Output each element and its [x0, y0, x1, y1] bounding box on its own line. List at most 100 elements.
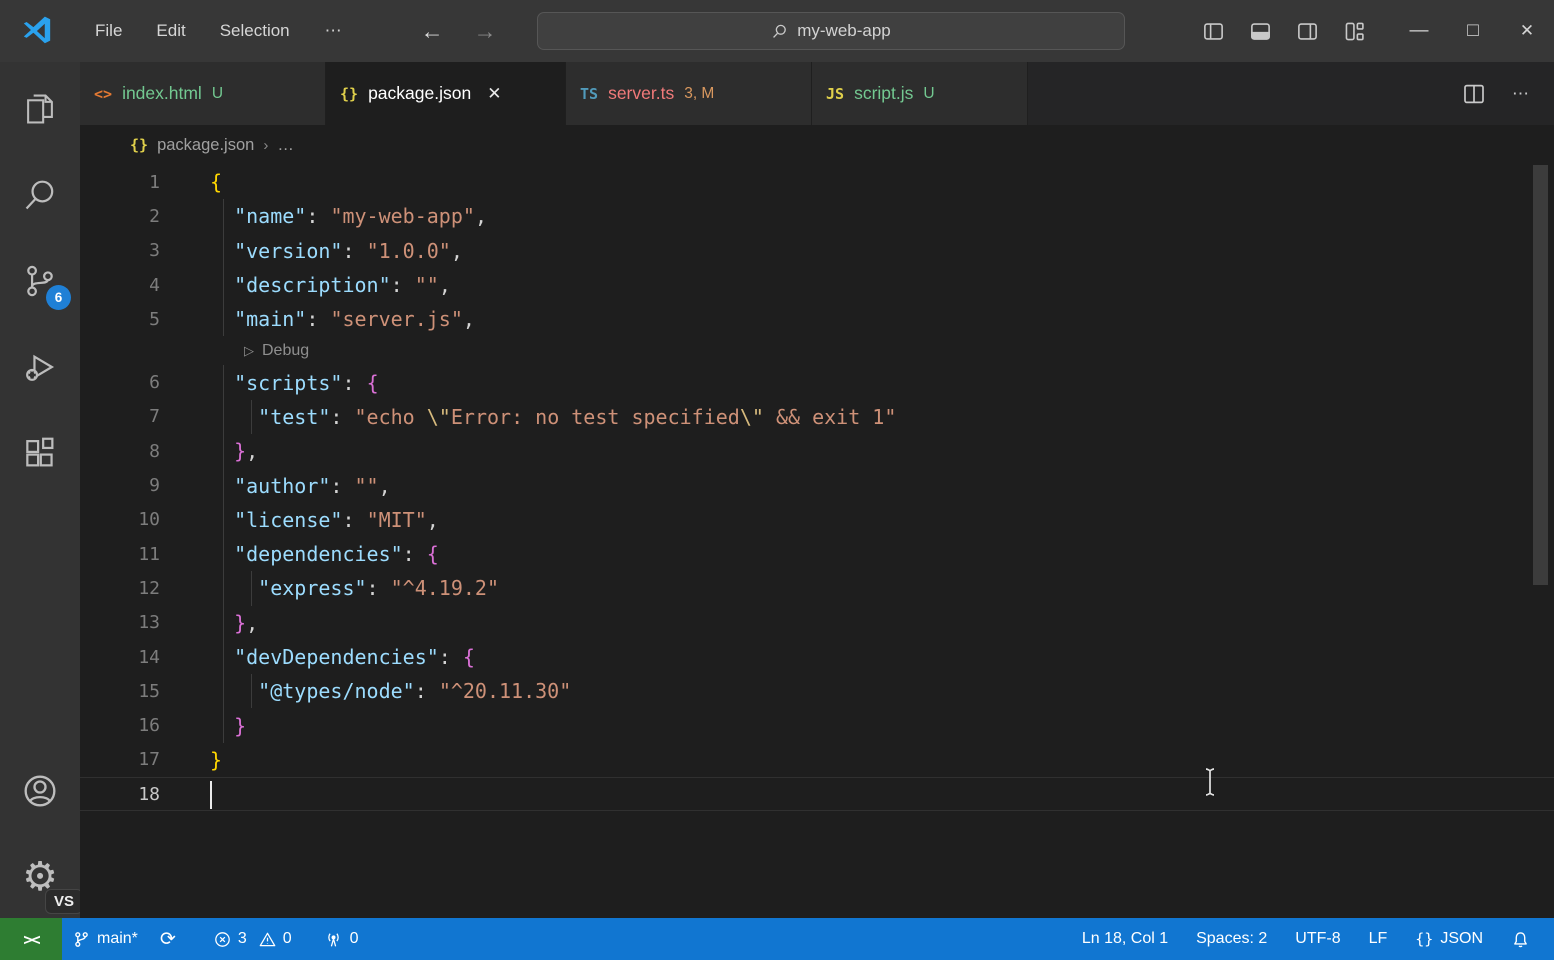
- cursor-position[interactable]: Ln 18, Col 1: [1068, 918, 1182, 960]
- split-editor-icon[interactable]: [1462, 82, 1486, 106]
- back-arrow-icon[interactable]: ←: [421, 18, 444, 45]
- remote-indicator-button[interactable]: ><: [0, 918, 62, 960]
- close-icon: ✕: [1520, 21, 1534, 41]
- source-control-button[interactable]: 6: [15, 256, 65, 306]
- scm-badge: 6: [46, 285, 71, 310]
- tab-decoration: U: [923, 85, 934, 103]
- explorer-button[interactable]: [15, 84, 65, 134]
- language-mode[interactable]: {} JSON: [1401, 918, 1497, 960]
- chevron-right-icon: ›: [263, 137, 268, 154]
- problems-status[interactable]: 3 0: [203, 918, 303, 960]
- search-icon: [21, 176, 59, 214]
- line-number: 15: [80, 681, 210, 702]
- line-number: 18: [80, 784, 210, 805]
- indent-guide: [223, 365, 224, 399]
- code-text: "license": "MIT",: [210, 508, 439, 532]
- toggle-panel-icon[interactable]: [1249, 20, 1272, 43]
- customize-layout-icon[interactable]: [1343, 20, 1366, 43]
- indent-guide: [223, 468, 224, 502]
- code-line: 15 "@types/node": "^20.11.30": [80, 674, 1554, 708]
- code-text: "version": "1.0.0",: [210, 239, 463, 263]
- indentation-setting[interactable]: Spaces: 2: [1182, 918, 1281, 960]
- code-editor[interactable]: 1{2 "name": "my-web-app",3 "version": "1…: [80, 165, 1554, 918]
- settings-button[interactable]: ⚙ VS: [15, 852, 65, 902]
- line-number: 14: [80, 647, 210, 668]
- toggle-sidebar-left-icon[interactable]: [1202, 20, 1225, 43]
- code-line: 1{: [80, 165, 1554, 199]
- codelens-debug[interactable]: ▷Debug: [80, 336, 1554, 365]
- vscode-logo-icon: [20, 14, 54, 48]
- editor-more-actions-icon[interactable]: ⋯: [1512, 84, 1532, 104]
- code-line: 10 "license": "MIT",: [80, 503, 1554, 537]
- files-icon: [21, 90, 59, 128]
- notifications-button[interactable]: [1497, 918, 1544, 960]
- code-text: "express": "^4.19.2": [210, 576, 499, 600]
- ports-status[interactable]: 0: [313, 918, 370, 960]
- command-center-search[interactable]: my-web-app: [537, 12, 1125, 50]
- warning-count: 0: [283, 930, 292, 948]
- close-window-button[interactable]: ✕: [1500, 0, 1554, 62]
- indent-guide: [223, 503, 224, 537]
- breadcrumb: {} package.json › …: [80, 125, 1554, 165]
- tab-label: server.ts: [608, 83, 674, 104]
- error-icon: [214, 931, 231, 948]
- indent-guide: [223, 537, 224, 571]
- branch-label: main*: [97, 930, 138, 948]
- maximize-icon: □: [1467, 20, 1478, 42]
- indent-guide: [223, 674, 224, 708]
- branch-status[interactable]: main*: [62, 918, 149, 960]
- line-number: 5: [80, 309, 210, 330]
- extensions-button[interactable]: [15, 428, 65, 478]
- braces-icon: {}: [1415, 930, 1433, 948]
- account-button[interactable]: [15, 766, 65, 816]
- menu-more-icon[interactable]: ⋯: [307, 13, 363, 49]
- minimize-button[interactable]: —: [1392, 0, 1446, 62]
- indent-guide: [223, 400, 224, 434]
- menu-file[interactable]: File: [78, 13, 139, 49]
- line-number: 17: [80, 749, 210, 770]
- tab-label: package.json: [368, 83, 471, 104]
- vertical-scrollbar[interactable]: [1533, 165, 1548, 585]
- code-line: 2 "name": "my-web-app",: [80, 199, 1554, 233]
- code-text: "description": "",: [210, 273, 451, 297]
- maximize-button[interactable]: □: [1446, 0, 1500, 62]
- indent-guide: [223, 434, 224, 468]
- tab-package-json[interactable]: {} package.json ✕: [326, 62, 566, 125]
- code-line: 17}: [80, 743, 1554, 777]
- encoding-setting[interactable]: UTF-8: [1281, 918, 1354, 960]
- tab-decoration: 3, M: [684, 85, 714, 103]
- code-text: },: [210, 439, 258, 463]
- code-line: 18: [80, 777, 1554, 811]
- code-line: 14 "devDependencies": {: [80, 640, 1554, 674]
- tab-index-html[interactable]: <> index.html U: [80, 62, 326, 125]
- close-tab-icon[interactable]: ✕: [487, 84, 501, 104]
- code-text: "name": "my-web-app",: [210, 204, 487, 228]
- search-icon: [771, 23, 788, 40]
- search-view-button[interactable]: [15, 170, 65, 220]
- json-file-icon: {}: [340, 85, 358, 103]
- sync-button[interactable]: ⟳: [149, 918, 187, 960]
- tab-label: index.html: [122, 83, 202, 104]
- indent-guide: [223, 199, 224, 233]
- breadcrumb-more[interactable]: …: [277, 136, 294, 155]
- tab-server-ts[interactable]: TS server.ts 3, M: [566, 62, 812, 125]
- line-number: 13: [80, 612, 210, 633]
- menu-edit[interactable]: Edit: [139, 13, 202, 49]
- code-lines: 1{2 "name": "my-web-app",3 "version": "1…: [80, 165, 1554, 811]
- eol-setting[interactable]: LF: [1355, 918, 1402, 960]
- line-number: 6: [80, 372, 210, 393]
- breadcrumb-file[interactable]: package.json: [157, 136, 254, 155]
- code-text: "author": "",: [210, 474, 391, 498]
- forward-arrow-icon[interactable]: →: [474, 18, 497, 45]
- code-text: "main": "server.js",: [210, 307, 475, 331]
- indent-guide: [251, 400, 252, 434]
- menu-selection[interactable]: Selection: [203, 13, 307, 49]
- tab-script-js[interactable]: JS script.js U: [812, 62, 1028, 125]
- warning-icon: [259, 931, 276, 948]
- code-text: "devDependencies": {: [210, 645, 475, 669]
- line-number: 11: [80, 544, 210, 565]
- toggle-sidebar-right-icon[interactable]: [1296, 20, 1319, 43]
- code-text: {: [210, 170, 222, 194]
- indent-guide: [223, 268, 224, 302]
- run-debug-button[interactable]: [15, 342, 65, 392]
